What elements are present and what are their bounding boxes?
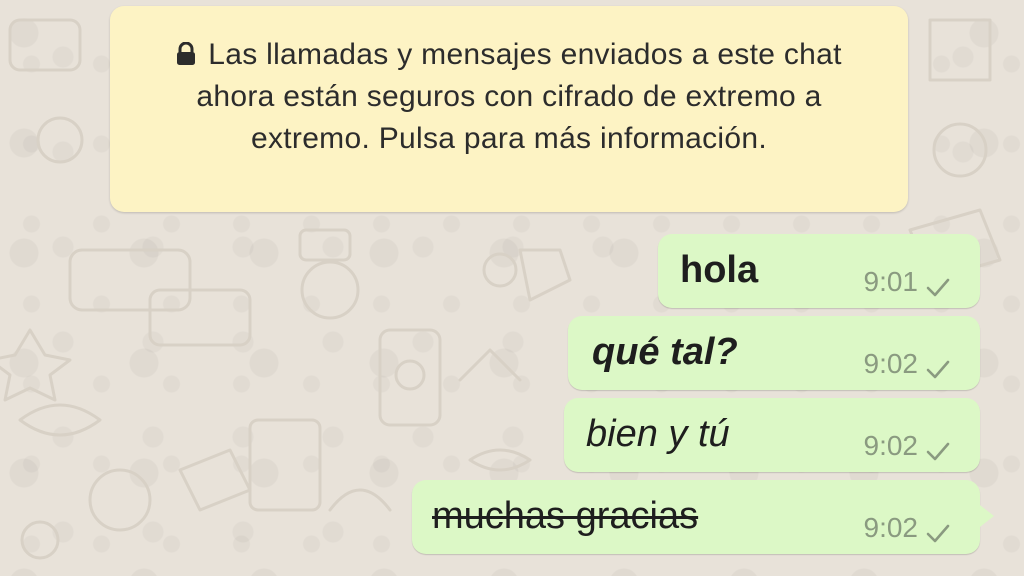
outgoing-message[interactable]: muchas gracias 9:02	[412, 480, 994, 554]
outgoing-message[interactable]: qué tal? 9:02	[568, 316, 980, 390]
encryption-notice-text: Las llamadas y mensajes enviados a este …	[196, 38, 842, 155]
message-meta: 9:02	[864, 430, 951, 462]
message-meta: 9:01	[864, 266, 951, 298]
check-icon	[926, 354, 950, 379]
message-time: 9:01	[863, 266, 919, 297]
message-text: bien y tú	[586, 413, 730, 455]
message-text: muchas gracias	[432, 495, 699, 537]
message-time: 9:02	[863, 512, 919, 543]
message-meta: 9:02	[864, 348, 951, 380]
check-icon	[926, 436, 950, 461]
bubble-tail	[976, 502, 994, 530]
outgoing-message[interactable]: hola 9:01	[658, 234, 980, 308]
message-meta: 9:02	[864, 512, 951, 544]
lock-icon	[176, 36, 196, 65]
outgoing-message[interactable]: bien y tú 9:02	[564, 398, 980, 472]
message-time: 9:02	[863, 430, 919, 461]
check-icon	[926, 518, 950, 543]
encryption-notice[interactable]: Las llamadas y mensajes enviados a este …	[110, 6, 908, 212]
message-time: 9:02	[863, 348, 919, 379]
message-text: qué tal?	[592, 331, 738, 373]
check-icon	[926, 272, 950, 297]
message-text: hola	[680, 249, 759, 291]
